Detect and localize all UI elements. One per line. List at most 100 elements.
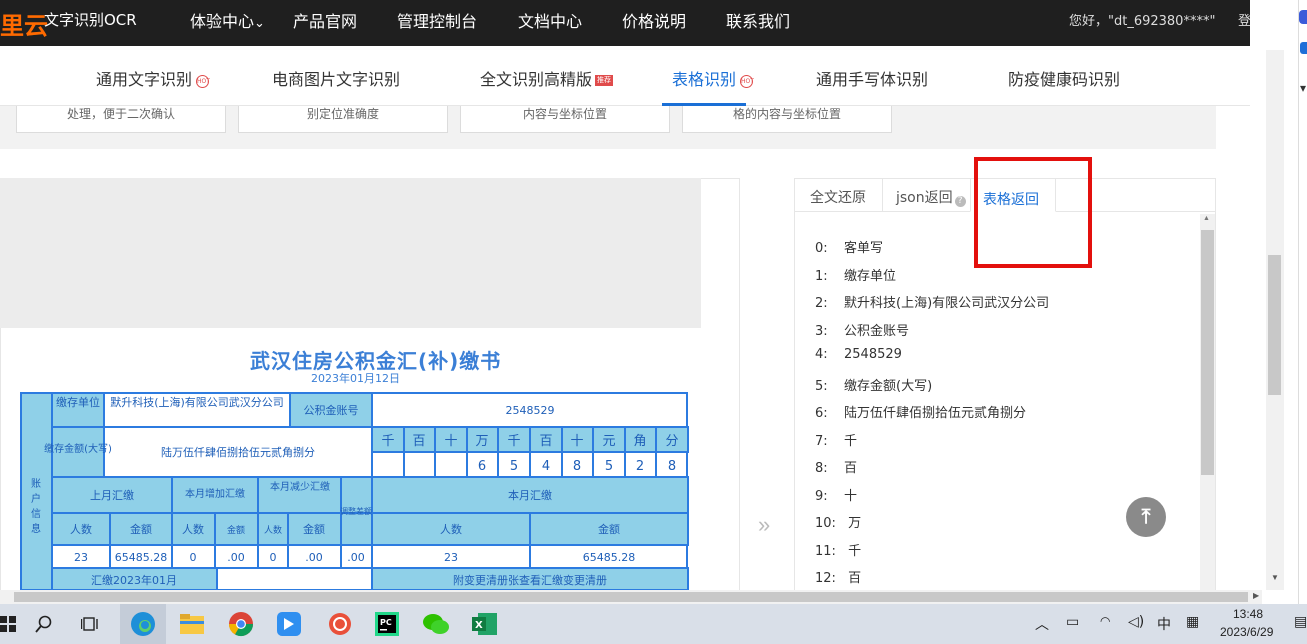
- aliyun-logo[interactable]: 里云: [0, 6, 48, 41]
- doc-cell-text: .00: [305, 551, 323, 564]
- arrow-up-bar-icon: ⤒: [1141, 506, 1151, 528]
- clock-time[interactable]: 13:48: [1233, 607, 1263, 621]
- side-app-icon[interactable]: [1300, 42, 1307, 54]
- task-view-icon[interactable]: [74, 608, 106, 640]
- nav-item-docs[interactable]: 文档中心: [518, 8, 582, 32]
- help-icon[interactable]: ?: [954, 196, 966, 207]
- excel-icon[interactable]: X: [469, 608, 501, 640]
- swirl-app-icon[interactable]: [324, 608, 356, 640]
- doc-cell-text: 分: [665, 434, 678, 449]
- doc-cell-text: 65485.28: [115, 551, 168, 564]
- result-list: 0: 客单写 1: 缴存单位 2: 默升科技(上海)有限公司武汉分公司 3: 公积金账号…: [815, 237, 1195, 595]
- row-text: 千: [844, 543, 862, 559]
- nav-item-experience-center[interactable]: 体验中心⌄: [190, 8, 265, 32]
- edge-browser-icon[interactable]: [127, 608, 159, 640]
- page-scrollbar-thumb[interactable]: [1268, 255, 1281, 395]
- tab-fulltext-hd[interactable]: 全文识别高精版 推荐: [480, 66, 614, 90]
- tab-label: 全文识别高精版: [480, 70, 593, 89]
- ime-indicator[interactable]: 中: [1157, 614, 1171, 634]
- doc-cell-text: 息: [31, 522, 41, 535]
- wifi-icon[interactable]: ◠: [1100, 614, 1110, 628]
- doc-cell-text: 信: [31, 508, 41, 520]
- list-item: 5: 缴存金额(大写): [815, 375, 1195, 403]
- doc-cell-text: 5: [510, 459, 518, 474]
- doc-cell-text: 金额: [130, 522, 152, 536]
- doc-cell-text: 65485.28: [583, 551, 636, 564]
- feature-card: 处理，便于二次确认: [16, 106, 226, 133]
- row-text: 客单写: [844, 241, 884, 256]
- side-app-icon[interactable]: [1299, 10, 1307, 24]
- feature-card: 格的内容与坐标位置: [682, 106, 892, 133]
- nav-item-contact[interactable]: 联系我们: [726, 8, 790, 32]
- tab-ecommerce-image[interactable]: 电商图片文字识别: [272, 66, 400, 90]
- nav-item-pricing[interactable]: 价格说明: [622, 8, 686, 32]
- doc-cell-text: .00: [347, 551, 365, 564]
- tab-handwriting[interactable]: 通用手写体识别: [816, 66, 928, 90]
- doc-cell-text: 0: [190, 551, 197, 564]
- speaker-icon[interactable]: ◁): [1128, 614, 1144, 630]
- nav-item-console[interactable]: 管理控制台: [397, 8, 477, 32]
- row-index: 5:: [815, 378, 828, 394]
- scroll-right-arrow-icon[interactable]: ▶: [1253, 591, 1259, 600]
- doc-cell-text: 缴存金额(大写): [44, 442, 112, 455]
- battery-icon[interactable]: ▭: [1066, 614, 1079, 630]
- nav-item-product-site[interactable]: 产品官网: [293, 8, 357, 32]
- doc-cell-text: 角: [633, 434, 646, 449]
- feishu-app-icon[interactable]: [273, 608, 305, 640]
- list-item: 8: 百: [815, 457, 1195, 485]
- double-chevron-right-icon[interactable]: »: [758, 512, 770, 538]
- list-item: 7: 千: [815, 430, 1195, 458]
- row-text: 十: [844, 488, 858, 504]
- ocr-tab-bar: 通用文字识别 HOT 电商图片文字识别 全文识别高精版 推荐 表格识别 HOT 通用手…: [0, 46, 1250, 106]
- row-index: 3:: [815, 323, 828, 339]
- search-icon[interactable]: [28, 608, 60, 640]
- tab-table-recognition[interactable]: 表格识别 HOT: [672, 66, 754, 90]
- notification-icon[interactable]: ▤: [1294, 614, 1307, 630]
- chevron-up-icon[interactable]: ︿: [1035, 614, 1049, 634]
- doc-cell-text: 人数: [440, 523, 462, 536]
- horizontal-scrollbar-thumb[interactable]: [14, 592, 1248, 602]
- row-text: 千: [844, 433, 858, 449]
- wechat-icon[interactable]: [420, 608, 452, 640]
- pycharm-icon[interactable]: PC: [371, 608, 403, 640]
- doc-cell-text: 5: [605, 459, 613, 474]
- tab-fulltext-restore[interactable]: 全文还原: [810, 187, 866, 207]
- doc-cell-text: 8: [668, 459, 676, 474]
- clock-date[interactable]: 2023/6/29: [1220, 625, 1273, 639]
- result-scrollbar-thumb[interactable]: [1201, 230, 1214, 475]
- edge-divider: [1298, 0, 1299, 604]
- row-text: 缴存单位: [844, 268, 897, 284]
- tab-json-return[interactable]: json返回?: [896, 187, 966, 207]
- more-icon[interactable]: ▾: [1300, 81, 1306, 95]
- recommend-badge: 推荐: [595, 75, 614, 86]
- list-item: 3: 公积金账号: [815, 320, 1195, 348]
- tab-health-code[interactable]: 防疫健康码识别: [1008, 66, 1120, 90]
- row-index: 1:: [815, 268, 828, 284]
- file-explorer-icon[interactable]: [176, 608, 208, 640]
- start-icon[interactable]: [0, 608, 24, 640]
- doc-cell-text: 缴存单位: [56, 395, 100, 409]
- tab-general-text[interactable]: 通用文字识别 HOT: [96, 66, 210, 90]
- doc-cell-text: 人数: [264, 524, 282, 536]
- user-greeting[interactable]: 您好，"dt_692380****": [1069, 10, 1215, 29]
- keyboard-icon[interactable]: ▦: [1186, 614, 1199, 630]
- doc-cell-text: .00: [227, 551, 245, 564]
- scroll-up-arrow-icon[interactable]: ▲: [1203, 215, 1210, 222]
- doc-cell-text: 人数: [70, 523, 92, 536]
- doc-cell-text: 千: [381, 434, 394, 449]
- image-placeholder: [0, 178, 701, 328]
- doc-cell-text: 调整差额: [340, 506, 372, 516]
- logout-link[interactable]: 登出: [1238, 10, 1250, 29]
- doc-cell-text: 百: [539, 434, 552, 449]
- scroll-down-arrow-icon[interactable]: ▼: [1271, 573, 1279, 582]
- doc-cell-text: 千: [507, 434, 520, 449]
- row-index: 4:: [815, 347, 828, 362]
- row-text: 公积金账号: [844, 323, 910, 339]
- chrome-icon[interactable]: [225, 608, 257, 640]
- back-to-top-button[interactable]: ⤒: [1126, 497, 1166, 537]
- row-text: 百: [844, 571, 862, 586]
- row-index: 2:: [815, 296, 828, 311]
- doc-cell-text: 金额: [227, 524, 245, 536]
- doc-cell-text: 2548529: [506, 404, 555, 417]
- product-name[interactable]: 文字识别OCR: [44, 9, 137, 30]
